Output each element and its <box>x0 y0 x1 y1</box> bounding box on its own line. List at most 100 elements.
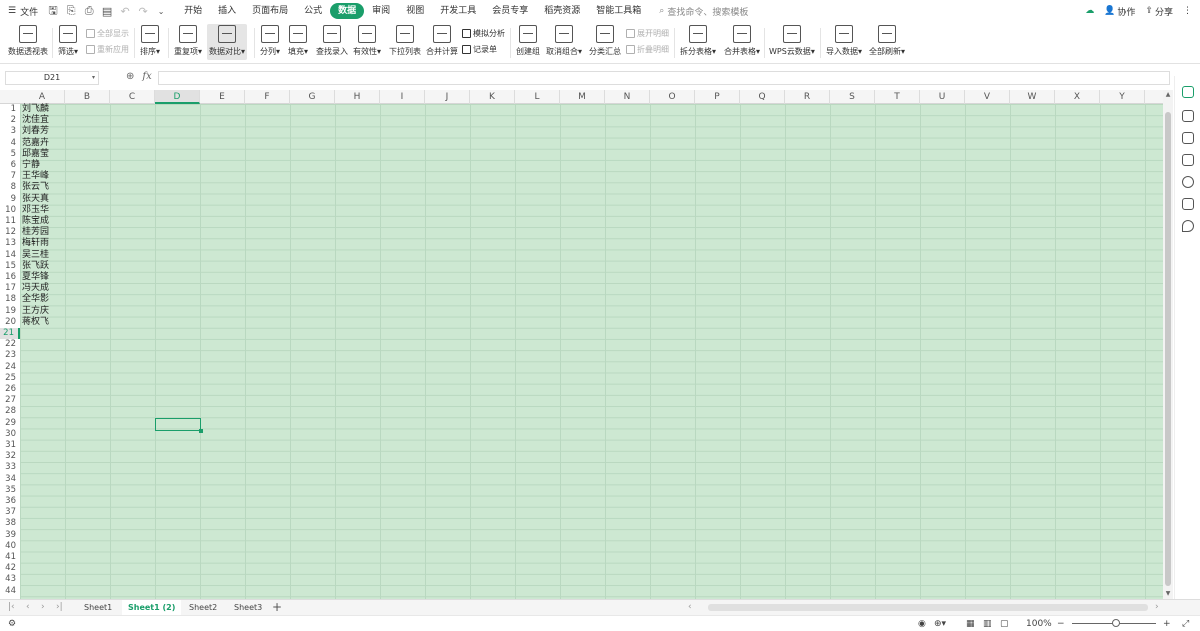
cell-A14[interactable]: 吴三桂 <box>22 250 66 261</box>
zoom-level[interactable]: 100% <box>1026 617 1052 631</box>
more-icon[interactable]: ⋮ <box>1183 6 1192 16</box>
cell-area[interactable] <box>20 104 1163 599</box>
column-header-R[interactable]: R <box>785 90 830 104</box>
row-header-35[interactable]: 35 <box>0 485 20 496</box>
row-header-13[interactable]: 13 <box>0 238 20 249</box>
lookup-entry-button[interactable]: 查找录入 <box>316 25 348 57</box>
file-menu-button[interactable]: ☰ 文件 <box>0 0 44 22</box>
compare-button[interactable]: 数据对比▾ <box>207 24 248 60</box>
column-header-F[interactable]: F <box>245 90 290 104</box>
row-header-38[interactable]: 38 <box>0 518 20 529</box>
zoom-formula-icon[interactable]: ⊕ <box>126 71 134 82</box>
collapse-detail-button[interactable]: 折叠明细 <box>626 44 669 55</box>
cloud-sync-icon[interactable]: ☁ <box>1085 6 1094 16</box>
show-all-button[interactable]: 全部显示 <box>86 28 129 39</box>
scroll-thumb[interactable] <box>1165 112 1171 586</box>
column-header-X[interactable]: X <box>1055 90 1100 104</box>
hscroll-left-icon[interactable]: ‹ <box>688 602 692 612</box>
row-header-15[interactable]: 15 <box>0 261 20 272</box>
column-header-H[interactable]: H <box>335 90 380 104</box>
customize-icon[interactable]: ⌄ <box>152 2 170 20</box>
row-header-8[interactable]: 8 <box>0 182 20 193</box>
duplicates-button[interactable]: 重复项▾ <box>174 25 202 57</box>
undo-icon[interactable]: ↶ <box>116 2 134 20</box>
row-header-24[interactable]: 24 <box>0 362 20 373</box>
dropdown-list-button[interactable]: 下拉列表 <box>389 25 421 57</box>
zoom-out-icon[interactable]: − <box>1057 617 1065 631</box>
scroll-down-icon[interactable]: ▼ <box>1163 589 1173 599</box>
row-header-26[interactable]: 26 <box>0 384 20 395</box>
tab-5[interactable]: 审阅 <box>364 3 398 19</box>
column-header-T[interactable]: T <box>875 90 920 104</box>
row-header-2[interactable]: 2 <box>0 115 20 126</box>
column-header-U[interactable]: U <box>920 90 965 104</box>
column-header-Y[interactable]: Y <box>1100 90 1145 104</box>
chevron-down-icon[interactable]: ▾ <box>92 72 95 84</box>
column-header-C[interactable]: C <box>110 90 155 104</box>
tab-8[interactable]: 会员专享 <box>484 3 536 19</box>
pivot-table-button[interactable]: 数据透视表 <box>8 25 48 57</box>
column-header-K[interactable]: K <box>470 90 515 104</box>
row-header-43[interactable]: 43 <box>0 574 20 585</box>
row-header-21[interactable]: 21 <box>0 328 20 340</box>
help-icon[interactable] <box>1182 176 1194 188</box>
hscroll-right-icon[interactable]: › <box>1155 602 1159 612</box>
redo-icon[interactable]: ↷ <box>134 2 152 20</box>
record-form-button[interactable]: 记录单 <box>462 44 497 55</box>
formula-input[interactable] <box>158 71 1170 85</box>
merge-calc-button[interactable]: 合并计算 <box>426 25 458 57</box>
refresh-all-button[interactable]: 全部刷新▾ <box>869 25 905 57</box>
row-header-4[interactable]: 4 <box>0 138 20 149</box>
subtotal-button[interactable]: 分类汇总 <box>589 25 621 57</box>
cell-A17[interactable]: 冯天成 <box>22 283 66 294</box>
cell-A6[interactable]: 宁静 <box>22 160 66 171</box>
simulate-button[interactable]: 模拟分析 <box>462 28 505 39</box>
sheet-tab-3[interactable]: Sheet3 <box>228 600 268 615</box>
column-header-P[interactable]: P <box>695 90 740 104</box>
reapply-button[interactable]: 重新应用 <box>86 44 129 55</box>
row-header-28[interactable]: 28 <box>0 406 20 417</box>
last-sheet-icon[interactable]: ›| <box>56 602 63 612</box>
print-icon[interactable]: ⎙ <box>80 2 98 20</box>
column-header-W[interactable]: W <box>1010 90 1055 104</box>
column-header-N[interactable]: N <box>605 90 650 104</box>
row-header-10[interactable]: 10 <box>0 205 20 216</box>
row-header-9[interactable]: 9 <box>0 194 20 205</box>
cell-A16[interactable]: 夏华锋 <box>22 272 66 283</box>
import-data-button[interactable]: 导入数据▾ <box>826 25 862 57</box>
row-header-30[interactable]: 30 <box>0 429 20 440</box>
row-header-23[interactable]: 23 <box>0 350 20 361</box>
select-pointer-icon[interactable] <box>1182 110 1194 122</box>
vertical-scrollbar[interactable]: ▲ ▼ <box>1163 90 1173 599</box>
column-header-J[interactable]: J <box>425 90 470 104</box>
settings-sliders-icon[interactable] <box>1182 132 1194 144</box>
row-header-33[interactable]: 33 <box>0 462 20 473</box>
page-layout-view-icon[interactable]: ▥ <box>983 617 992 631</box>
first-sheet-icon[interactable]: |‹ <box>8 602 15 612</box>
row-header-20[interactable]: 20 <box>0 317 20 328</box>
wps-cloud-button[interactable]: WPS云数据▾ <box>769 25 815 57</box>
row-header-29[interactable]: 29 <box>0 418 20 429</box>
split-table-button[interactable]: 拆分表格▾ <box>680 25 716 57</box>
cell-A3[interactable]: 刘春芳 <box>22 126 66 137</box>
add-sheet-icon[interactable]: + <box>272 600 282 615</box>
column-header-A[interactable]: A <box>20 90 65 104</box>
row-header-22[interactable]: 22 <box>0 339 20 350</box>
location-icon[interactable] <box>1182 220 1194 232</box>
row-header-14[interactable]: 14 <box>0 250 20 261</box>
row-header-34[interactable]: 34 <box>0 474 20 485</box>
cell-A10[interactable]: 邓玉华 <box>22 205 66 216</box>
cell-A11[interactable]: 陈宝成 <box>22 216 66 227</box>
column-header-M[interactable]: M <box>560 90 605 104</box>
row-header-7[interactable]: 7 <box>0 171 20 182</box>
column-header-B[interactable]: B <box>65 90 110 104</box>
export-icon[interactable]: ⎘ <box>62 2 80 20</box>
row-header-40[interactable]: 40 <box>0 541 20 552</box>
row-header-41[interactable]: 41 <box>0 552 20 563</box>
column-header-G[interactable]: G <box>290 90 335 104</box>
sheet-tab-0[interactable]: Sheet1 <box>78 600 118 615</box>
cell-A13[interactable]: 梅轩雨 <box>22 238 66 249</box>
zoom-in-icon[interactable]: + <box>1163 617 1171 631</box>
column-header-E[interactable]: E <box>200 90 245 104</box>
row-header-17[interactable]: 17 <box>0 283 20 294</box>
